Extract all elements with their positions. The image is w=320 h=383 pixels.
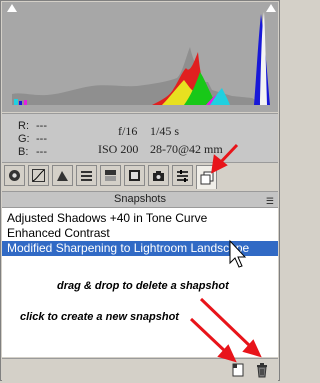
g-label: G: (18, 133, 30, 145)
b-value: --- (36, 146, 47, 158)
highlight-clipping-warning-icon[interactable] (266, 4, 276, 12)
snapshots-panel-header: Snapshots ☰ (2, 191, 278, 208)
detail-icon (57, 171, 68, 181)
camera-calibration-icon (153, 171, 164, 181)
delete-snapshot-button[interactable] (254, 362, 270, 378)
click-annotation: click to create a new snapshot (20, 311, 179, 323)
tab-detail[interactable] (52, 165, 73, 186)
panel-title: Snapshots (114, 193, 166, 205)
rgb-values: R: --- G: --- B: --- (18, 120, 54, 159)
tab-snapshots[interactable] (196, 165, 217, 189)
tab-presets[interactable] (172, 165, 193, 186)
lens-value: 28-70@42 mm (150, 142, 223, 156)
aperture-icon (9, 170, 20, 181)
snapshot-item-selected[interactable]: Modified Sharpening to Lightroom Landsca… (2, 241, 278, 256)
drag-annotation: drag & drop to delete a shapshot (57, 280, 229, 292)
panel-tabs (4, 165, 276, 189)
camera-raw-panel: R: --- G: --- B: --- f/16 1/45 s ISO 200 28… (0, 0, 280, 381)
presets-icon (177, 170, 188, 182)
new-snapshot-button[interactable] (230, 362, 246, 378)
tab-split-toning[interactable] (100, 165, 121, 186)
iso-value: ISO 200 (98, 142, 139, 156)
rgb-exif-readout: R: --- G: --- B: --- f/16 1/45 s ISO 200 28… (2, 113, 278, 163)
snapshots-icon (200, 171, 213, 184)
snapshot-list: Adjusted Shadows +40 in Tone Curve Enhan… (2, 208, 278, 357)
b-label: B: (18, 146, 29, 158)
tab-tone-curve[interactable] (28, 165, 49, 186)
tab-basic[interactable] (4, 165, 25, 186)
tone-curve-icon (32, 169, 45, 182)
tab-hsl[interactable] (76, 165, 97, 186)
r-value: --- (36, 120, 47, 132)
snapshot-item[interactable]: Enhanced Contrast (2, 226, 278, 241)
tab-lens-corrections[interactable] (124, 165, 145, 186)
lens-corrections-icon (129, 170, 140, 181)
hsl-icon (81, 171, 92, 181)
snapshot-footer (2, 358, 278, 381)
trash-icon (257, 363, 267, 378)
shadow-clipping-warning-icon[interactable] (7, 4, 17, 12)
shutter-value: 1/45 s (150, 124, 180, 138)
g-value: --- (36, 133, 47, 145)
new-snapshot-icon (232, 363, 244, 377)
tab-camera-calibration[interactable] (148, 165, 169, 186)
r-label: R: (18, 120, 29, 132)
panel-menu-icon[interactable]: ☰ (266, 194, 274, 209)
split-toning-icon (105, 170, 116, 181)
histogram (2, 2, 278, 112)
aperture-value: f/16 (118, 124, 138, 138)
snapshot-item[interactable]: Adjusted Shadows +40 in Tone Curve (2, 211, 278, 226)
